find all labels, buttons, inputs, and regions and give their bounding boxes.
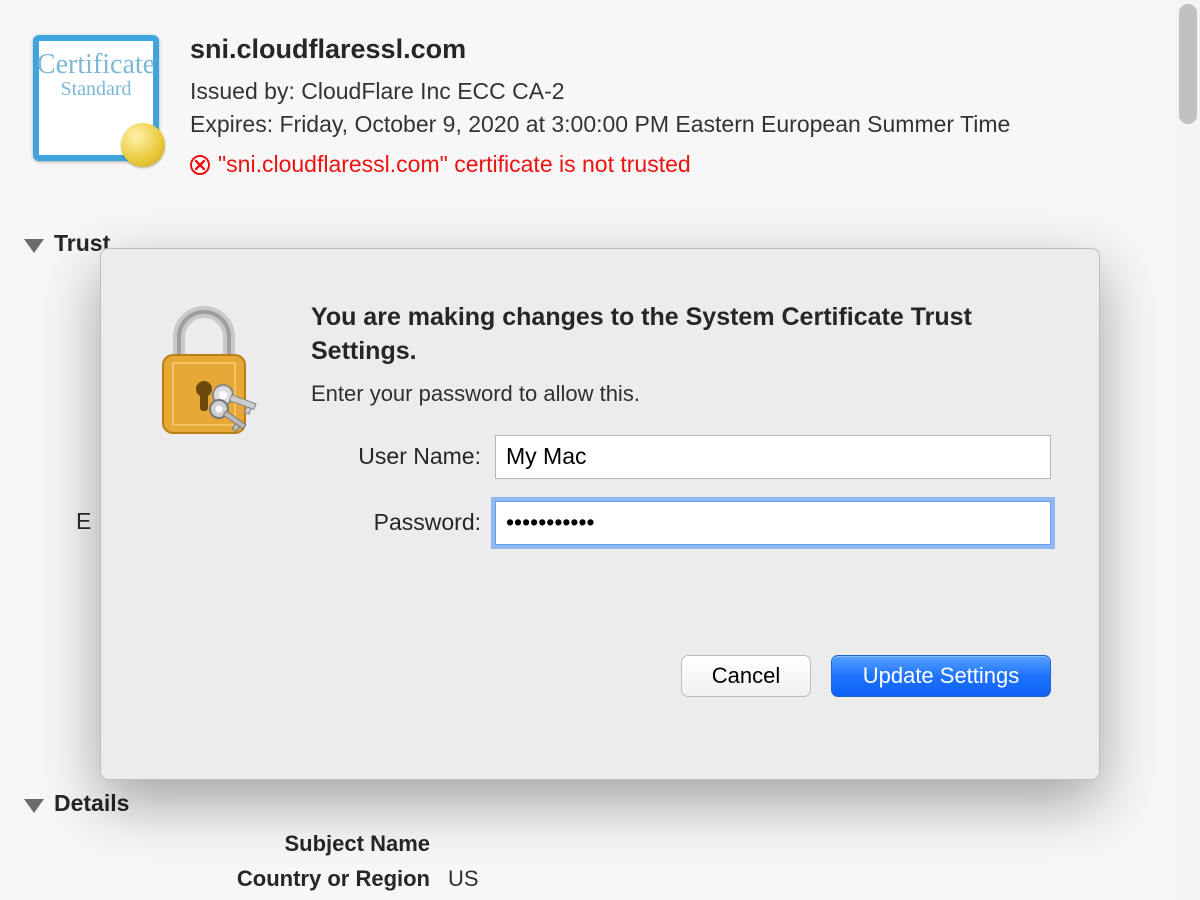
certificate-summary: Certificate Standard sni.cloudflaressl.c… (26, 30, 1160, 181)
certificate-trust-error: "sni.cloudflaressl.com" certificate is n… (190, 148, 1160, 181)
error-icon (190, 155, 210, 175)
subject-name-header: Subject Name (60, 826, 430, 861)
certificate-icon-script-b: Standard (60, 79, 131, 99)
state-label: State/Province (60, 896, 430, 900)
cancel-button[interactable]: Cancel (681, 655, 811, 697)
expires-label: Expires: (190, 111, 273, 137)
details-section-header[interactable]: Details (24, 790, 129, 817)
expires-value: Friday, October 9, 2020 at 3:00:00 PM Ea… (279, 111, 1010, 137)
username-input[interactable] (495, 435, 1051, 479)
scrollbar-track[interactable] (1176, 0, 1200, 900)
disclosure-triangle-icon[interactable] (24, 239, 44, 253)
password-input[interactable] (495, 501, 1051, 545)
issued-by-label: Issued by: (190, 78, 295, 104)
details-body: Subject Name Country or Region US State/… (60, 826, 479, 900)
hidden-field-label-fragment: E (76, 508, 91, 535)
issued-by-value: CloudFlare Inc ECC CA-2 (301, 78, 564, 104)
dialog-subtitle: Enter your password to allow this. (311, 381, 1051, 407)
scrollbar-thumb[interactable] (1179, 4, 1197, 124)
certificate-error-text: "sni.cloudflaressl.com" certificate is n… (218, 148, 691, 181)
trust-section-header[interactable]: Trust (24, 230, 110, 257)
certificate-issued-by: Issued by: CloudFlare Inc ECC CA-2 (190, 75, 1160, 108)
state-value: CA (448, 896, 479, 900)
country-value: US (448, 861, 479, 896)
certificate-icon: Certificate Standard (26, 30, 166, 166)
dialog-title: You are making changes to the System Cer… (311, 301, 1051, 369)
country-label: Country or Region (60, 861, 430, 896)
auth-dialog: You are making changes to the System Cer… (100, 248, 1100, 780)
disclosure-triangle-icon[interactable] (24, 799, 44, 813)
certificate-expires: Expires: Friday, October 9, 2020 at 3:00… (190, 108, 1160, 141)
update-settings-button[interactable]: Update Settings (831, 655, 1051, 697)
lock-icon (149, 297, 299, 619)
password-label: Password: (311, 509, 481, 536)
certificate-seal-icon (121, 123, 165, 167)
certificate-name: sni.cloudflaressl.com (190, 30, 1160, 69)
username-label: User Name: (311, 443, 481, 470)
certificate-icon-script-a: Certificate (37, 51, 155, 79)
details-section-label: Details (54, 790, 129, 817)
